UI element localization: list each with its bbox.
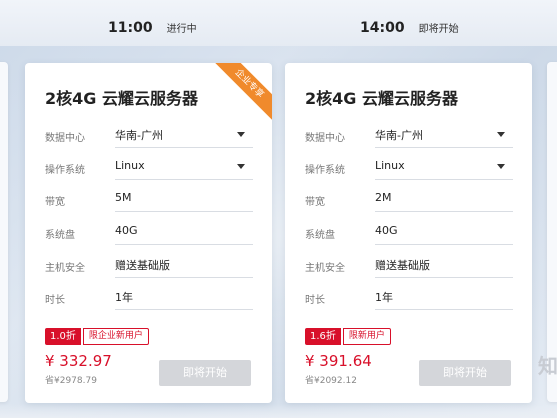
field-value: 40G [375, 224, 398, 237]
duration-value-field: 1年 [375, 283, 513, 310]
coming-soon-button[interactable]: 即将开始 [159, 360, 251, 386]
row-label: 时长 [305, 295, 325, 306]
host-security-value-field: 赠送基础版 [115, 251, 253, 278]
price: ¥ 391.64 [305, 352, 372, 370]
duration-value-field: 1年 [115, 283, 253, 310]
row-label: 主机安全 [45, 263, 85, 274]
partial-card-text: 知 [538, 354, 557, 378]
row-label: 系统盘 [305, 230, 335, 241]
price: ¥ 332.97 [45, 352, 112, 370]
field-value: 1年 [115, 291, 133, 304]
row-bandwidth: 带宽 2M [305, 185, 515, 217]
row-label: 操作系统 [305, 165, 345, 176]
bandwidth-value-field: 2M [375, 185, 513, 212]
bandwidth-value-field: 5M [115, 185, 253, 212]
chevron-down-icon [237, 164, 245, 169]
row-duration: 时长 1年 [305, 283, 515, 315]
user-limit-badge: 限企业新用户 [82, 328, 149, 345]
badge-group: 1.6折 限新用户 [305, 328, 391, 345]
row-label: 数据中心 [45, 133, 85, 144]
datacenter-select[interactable]: 华南-广州 [115, 121, 253, 148]
row-bandwidth: 带宽 5M [45, 185, 255, 217]
session-bar: 11:00 进行中 14:00 即将开始 [0, 0, 557, 46]
product-card: 企业专享 2核4G 云耀云服务器 数据中心 华南-广州 操作系统 Linux 带… [25, 63, 272, 403]
row-os: 操作系统 Linux [305, 153, 515, 185]
field-value: 赠送基础版 [115, 259, 170, 272]
session-time: 11:00 [108, 20, 153, 36]
enterprise-ribbon: 企业专享 [210, 63, 272, 123]
field-value: 5M [115, 191, 132, 204]
saved-amount: 省¥2092.12 [305, 376, 357, 386]
product-title: 2核4G 云耀云服务器 [45, 89, 198, 108]
discount-badge: 1.6折 [305, 328, 341, 345]
field-value: 赠送基础版 [375, 259, 430, 272]
field-value: 40G [115, 224, 138, 237]
row-label: 系统盘 [45, 230, 75, 241]
row-label: 带宽 [45, 197, 65, 208]
os-select[interactable]: Linux [115, 153, 253, 180]
discount-badge: 1.0折 [45, 328, 81, 345]
field-value: 2M [375, 191, 392, 204]
saved-amount: 省¥2978.79 [45, 376, 97, 386]
user-limit-badge: 限新用户 [342, 328, 391, 345]
product-card: 2核4G 云耀云服务器 数据中心 华南-广州 操作系统 Linux 带宽 2M … [285, 63, 532, 403]
badge-group: 1.0折 限企业新用户 [45, 328, 149, 345]
chevron-down-icon [497, 132, 505, 137]
chevron-down-icon [497, 164, 505, 169]
row-label: 带宽 [305, 197, 325, 208]
row-host-security: 主机安全 赠送基础版 [305, 251, 515, 283]
host-security-value-field: 赠送基础版 [375, 251, 513, 278]
session-status: 进行中 [166, 24, 197, 35]
row-label: 主机安全 [305, 263, 345, 274]
select-value: Linux [375, 159, 405, 172]
session-tab-1400[interactable]: 14:00 即将开始 [360, 20, 459, 36]
datacenter-select[interactable]: 华南-广州 [375, 121, 513, 148]
coming-soon-button[interactable]: 即将开始 [419, 360, 511, 386]
session-status: 即将开始 [418, 24, 459, 35]
session-time: 14:00 [360, 20, 405, 36]
select-value: Linux [115, 159, 145, 172]
session-tab-1100[interactable]: 11:00 进行中 [108, 20, 197, 36]
row-os: 操作系统 Linux [45, 153, 255, 185]
system-disk-value-field: 40G [375, 218, 513, 245]
chevron-down-icon [237, 132, 245, 137]
product-title: 2核4G 云耀云服务器 [305, 89, 458, 108]
row-datacenter: 数据中心 华南-广州 [45, 121, 255, 153]
row-host-security: 主机安全 赠送基础版 [45, 251, 255, 283]
row-label: 时长 [45, 295, 65, 306]
row-label: 操作系统 [45, 165, 85, 176]
bottom-fade [0, 404, 557, 418]
system-disk-value-field: 40G [115, 218, 253, 245]
partial-card-left [0, 62, 8, 402]
row-label: 数据中心 [305, 133, 345, 144]
select-value: 华南-广州 [115, 129, 163, 142]
row-datacenter: 数据中心 华南-广州 [305, 121, 515, 153]
row-system-disk: 系统盘 40G [305, 218, 515, 250]
os-select[interactable]: Linux [375, 153, 513, 180]
select-value: 华南-广州 [375, 129, 423, 142]
field-value: 1年 [375, 291, 393, 304]
row-duration: 时长 1年 [45, 283, 255, 315]
row-system-disk: 系统盘 40G [45, 218, 255, 250]
